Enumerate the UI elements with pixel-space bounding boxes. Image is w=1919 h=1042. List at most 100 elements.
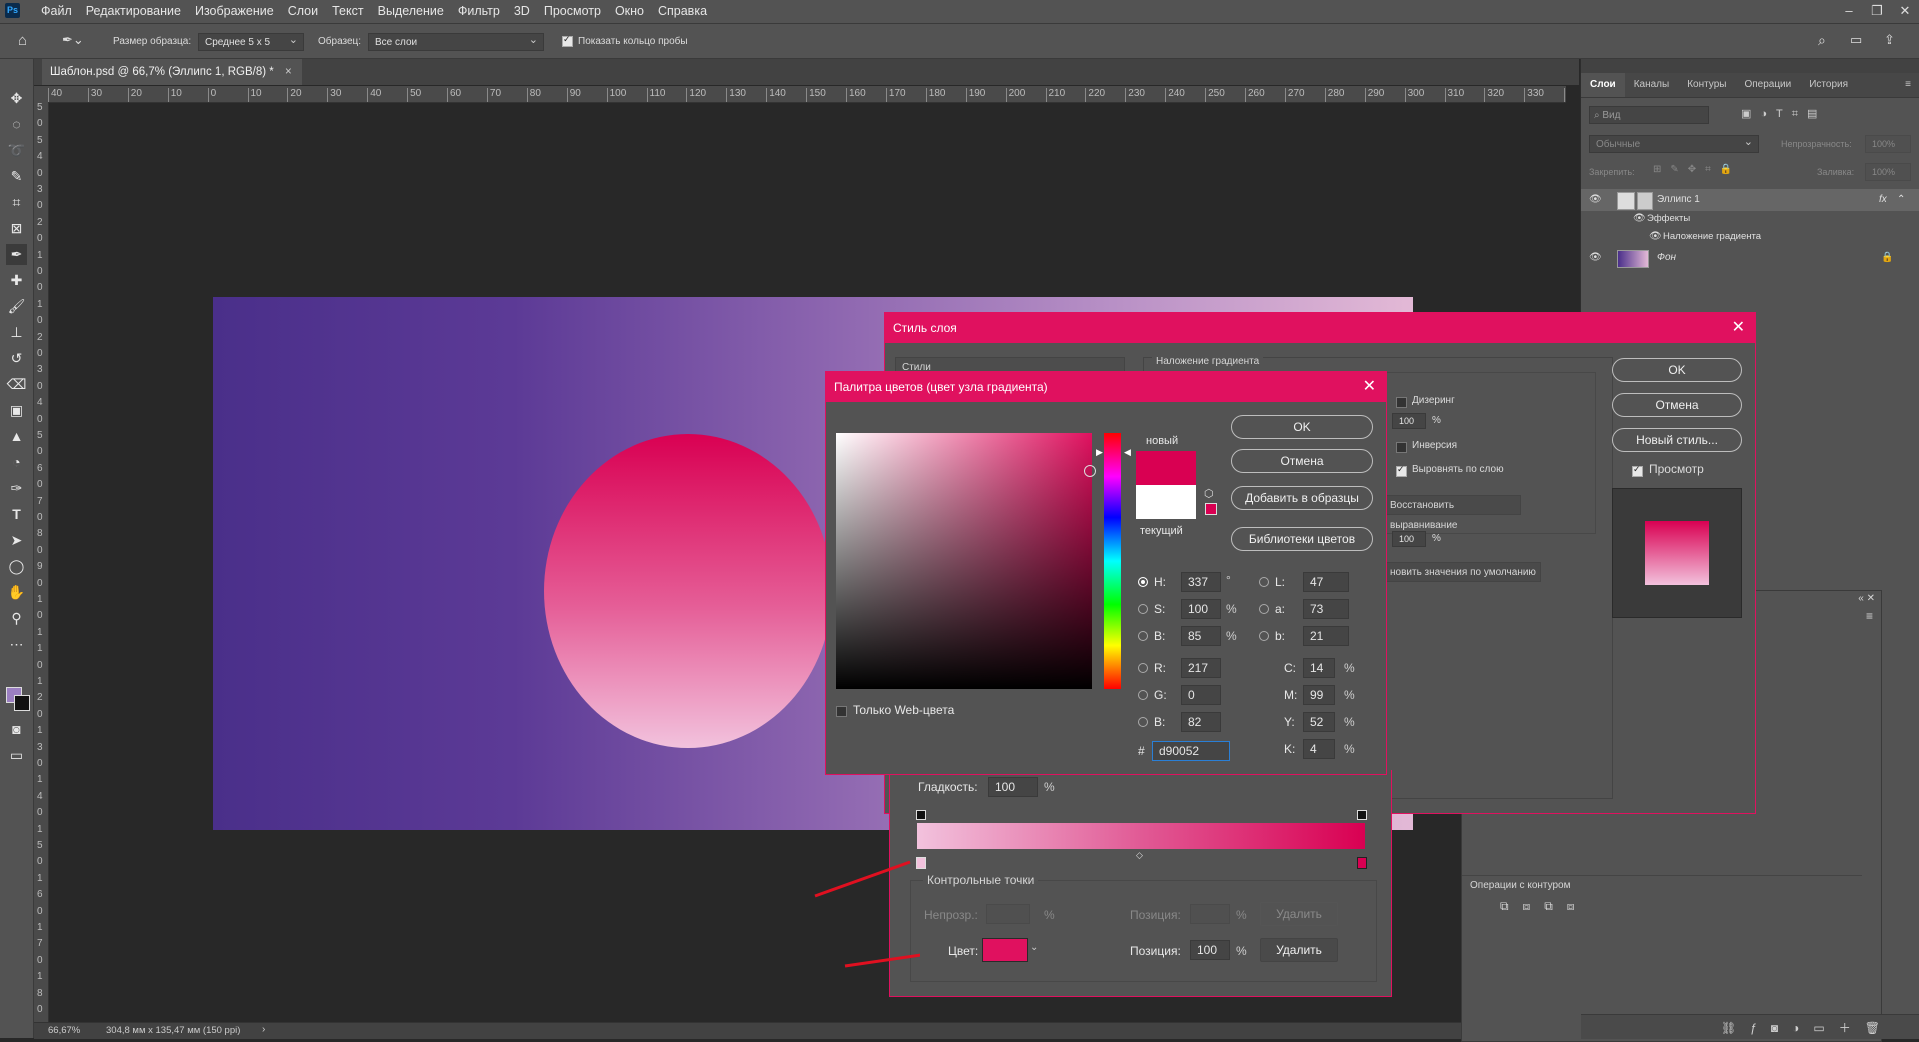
- current-color-swatch[interactable]: [1136, 485, 1196, 519]
- chevron-down-icon[interactable]: ⌄: [1030, 942, 1038, 953]
- lasso-tool-icon[interactable]: ➰: [6, 140, 27, 161]
- dodge-tool-icon[interactable]: ◔: [6, 452, 27, 473]
- hex-field[interactable]: d90052: [1152, 741, 1230, 761]
- ok-button[interactable]: OK: [1612, 358, 1742, 382]
- reverse-checkbox[interactable]: [1396, 441, 1407, 453]
- tab-channels[interactable]: Каналы: [1625, 73, 1679, 97]
- layer-row-background[interactable]: 👁 Фон 🔒: [1581, 247, 1919, 269]
- menu-edit[interactable]: Редактирование: [79, 0, 188, 23]
- layer-filter-search[interactable]: ⌕ Вид: [1589, 106, 1709, 124]
- close-icon[interactable]: ✕: [1363, 372, 1376, 402]
- menu-select[interactable]: Выделение: [371, 0, 451, 23]
- menu-file[interactable]: Файл: [34, 0, 79, 23]
- color-stop-right[interactable]: [1357, 857, 1367, 869]
- stop-color-swatch[interactable]: [982, 938, 1028, 962]
- visibility-eye-icon[interactable]: 👁: [1589, 189, 1602, 211]
- menu-view[interactable]: Просмотр: [537, 0, 608, 23]
- ellipse-shape[interactable]: [544, 434, 832, 748]
- menu-text[interactable]: Текст: [325, 0, 370, 23]
- background-color-swatch[interactable]: [14, 695, 30, 711]
- type-tool-icon[interactable]: T: [6, 504, 27, 525]
- color-stop-left[interactable]: [916, 857, 926, 869]
- zoom-level[interactable]: 66,67%: [48, 1025, 80, 1036]
- menu-3d[interactable]: 3D: [507, 0, 537, 23]
- blur-tool-icon[interactable]: ▲: [6, 426, 27, 447]
- web-safe-swatch[interactable]: [1205, 503, 1217, 515]
- radio-a[interactable]: [1259, 604, 1269, 614]
- home-icon[interactable]: ⌂: [18, 32, 27, 49]
- gradient-overlay-eye-icon[interactable]: 👁: [1649, 228, 1662, 246]
- path-ops-buttons[interactable]: ⧉⧈⧉⧈: [1500, 899, 1588, 914]
- radio-r[interactable]: [1138, 663, 1148, 673]
- close-icon[interactable]: ✕: [1732, 313, 1745, 343]
- m-field[interactable]: 99: [1303, 685, 1335, 705]
- visibility-eye-icon[interactable]: 👁: [1589, 247, 1602, 269]
- document-tab[interactable]: Шаблон.psd @ 66,7% (Эллипс 1, RGB/8) * ×: [42, 59, 302, 85]
- menu-filter[interactable]: Фильтр: [451, 0, 507, 23]
- reset-defaults-button[interactable]: новить значения по умолчанию: [1385, 562, 1541, 582]
- layer-opacity-field[interactable]: 100%: [1865, 135, 1911, 153]
- layer-row-ellipse[interactable]: 👁 Эллипс 1 fx ⌃: [1581, 189, 1919, 211]
- s-field[interactable]: 100: [1181, 599, 1221, 619]
- move-tool-icon[interactable]: ✥: [6, 88, 27, 109]
- color-marker[interactable]: [1084, 465, 1096, 477]
- radio-b[interactable]: [1138, 631, 1148, 641]
- blue-field[interactable]: 82: [1181, 712, 1221, 732]
- eraser-tool-icon[interactable]: ⌫: [6, 374, 27, 395]
- delete-color-stop-button[interactable]: Удалить: [1260, 938, 1338, 962]
- collapse-effects-icon[interactable]: ⌃: [1897, 189, 1905, 211]
- brush-tool-icon[interactable]: 🖌: [6, 296, 27, 317]
- opacity-field[interactable]: 100: [1392, 413, 1426, 429]
- lock-icons[interactable]: ⊞✎✥⌗🔒: [1653, 164, 1741, 175]
- align-checkbox[interactable]: [1396, 464, 1407, 477]
- marquee-tool-icon[interactable]: ◌: [6, 114, 27, 135]
- picker-cancel-button[interactable]: Отмена: [1231, 449, 1373, 473]
- new-style-button[interactable]: Новый стиль...: [1612, 428, 1742, 452]
- more-tools-icon[interactable]: ⋯: [6, 634, 27, 655]
- hue-slider[interactable]: [1104, 433, 1121, 689]
- midpoint-diamond-icon[interactable]: ◇: [1136, 850, 1143, 861]
- layer-fill-field[interactable]: 100%: [1865, 163, 1911, 181]
- tab-paths[interactable]: Контуры: [1678, 73, 1735, 97]
- r-field[interactable]: 217: [1181, 658, 1221, 678]
- effects-row[interactable]: 👁 Эффекты: [1581, 210, 1919, 228]
- blend-mode-select[interactable]: Обычные: [1589, 133, 1759, 153]
- g-field[interactable]: 0: [1181, 685, 1221, 705]
- menu-image[interactable]: Изображение: [188, 0, 281, 23]
- crop-tool-icon[interactable]: ⌗: [6, 192, 27, 213]
- cancel-button[interactable]: Отмена: [1612, 393, 1742, 417]
- share-icon[interactable]: ⇪: [1884, 32, 1895, 48]
- menu-layers[interactable]: Слои: [281, 0, 325, 23]
- gamut-cube-icon[interactable]: ⬡: [1204, 487, 1214, 500]
- layer-name[interactable]: Эллипс 1: [1657, 189, 1700, 211]
- screen-mode-icon[interactable]: ▭: [6, 745, 27, 766]
- b-field[interactable]: 85: [1181, 626, 1221, 646]
- effects-eye-icon[interactable]: 👁: [1633, 210, 1646, 228]
- radio-g[interactable]: [1138, 690, 1148, 700]
- close-tab-icon[interactable]: ×: [285, 66, 292, 78]
- delete-opacity-stop-button[interactable]: Удалить: [1260, 902, 1338, 926]
- layer-filter-icons[interactable]: ▣◑T⌗▤: [1741, 107, 1826, 121]
- eyedropper-preset-icon[interactable]: ✒⌄: [62, 32, 84, 48]
- quick-select-tool-icon[interactable]: ✎: [6, 166, 27, 187]
- gradient-bar[interactable]: [917, 823, 1365, 849]
- y-field[interactable]: 52: [1303, 712, 1335, 732]
- quick-mask-icon[interactable]: ◙: [6, 719, 27, 740]
- smoothness-field[interactable]: 100: [988, 777, 1038, 797]
- tab-actions[interactable]: Операции: [1735, 73, 1800, 97]
- l-field[interactable]: 47: [1303, 572, 1349, 592]
- fx-icon[interactable]: fx: [1879, 189, 1887, 211]
- radio-h[interactable]: [1138, 577, 1148, 587]
- a-field[interactable]: 73: [1303, 599, 1349, 619]
- tab-layers[interactable]: Слои: [1581, 73, 1625, 97]
- secondary-panel-menu-icon[interactable]: ≡: [1866, 609, 1873, 623]
- reset-alignment-button[interactable]: Восстановить выравнивание: [1385, 495, 1521, 531]
- menu-window[interactable]: Окно: [608, 0, 651, 23]
- stop-opacity-field[interactable]: [986, 904, 1030, 924]
- preview-checkbox[interactable]: [1632, 464, 1643, 477]
- radio-l[interactable]: [1259, 577, 1269, 587]
- layers-footer-icons[interactable]: ⛓ƒ◙◑▭＋🗑: [1721, 1019, 1894, 1036]
- tab-history[interactable]: История: [1800, 73, 1857, 97]
- scale-field[interactable]: 100: [1392, 531, 1426, 547]
- picker-ok-button[interactable]: OK: [1231, 415, 1373, 439]
